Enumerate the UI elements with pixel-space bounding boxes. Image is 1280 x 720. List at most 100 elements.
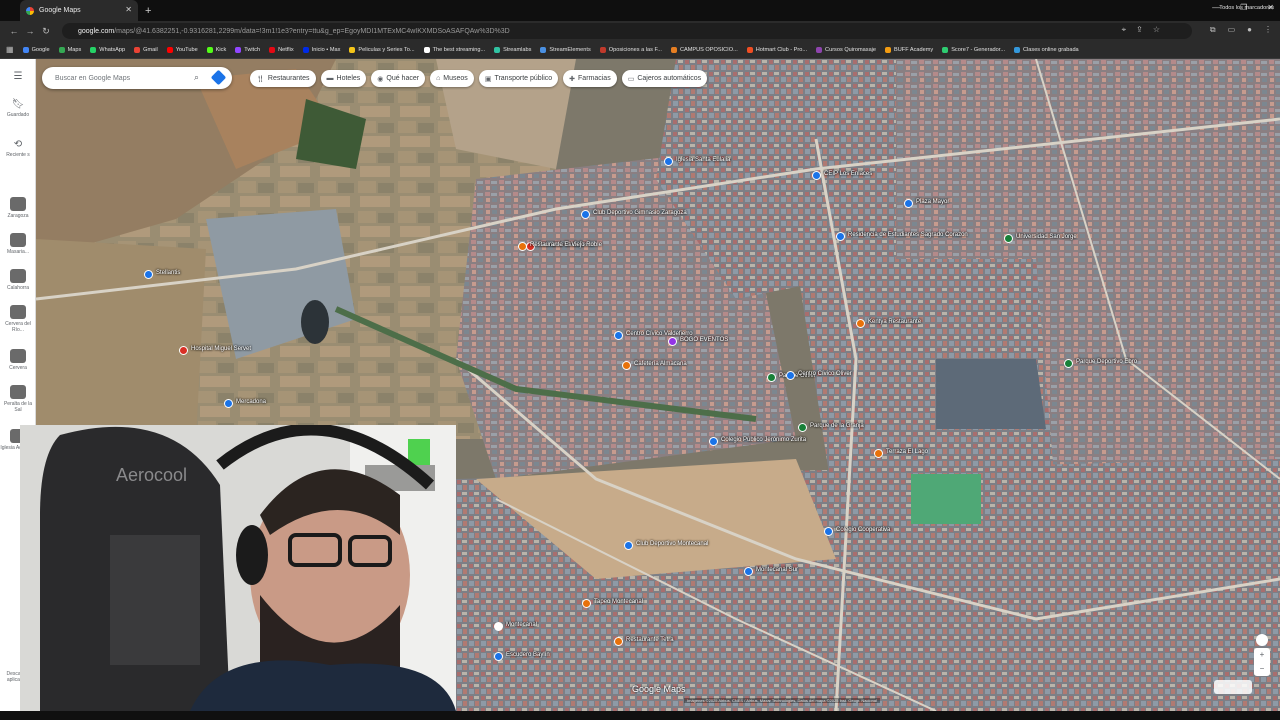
menu-button[interactable]: ☰ [0,71,36,84]
place-pin-icon[interactable] [518,242,527,251]
search-input[interactable]: Buscar en Google Maps ⌕ [42,67,232,89]
recent-place-item[interactable]: Cervera [0,349,36,371]
place-label[interactable]: Colegio Cooperativa [836,527,890,533]
place-label[interactable]: Montecanal [506,622,537,628]
place-label[interactable]: Cafetería Almacana [634,361,687,367]
bookmark-item[interactable]: Twitch [235,46,260,53]
recent-place-item[interactable]: Cervera del Río... [0,305,36,333]
recent-place-item[interactable]: Zaragoza [0,197,36,219]
place-pin-icon[interactable] [798,423,807,432]
place-label[interactable]: Universidad San Jorge [1016,234,1077,240]
place-pin-icon[interactable] [786,371,795,380]
forward-icon[interactable]: → [22,26,38,36]
directions-icon[interactable] [210,69,227,86]
recent-place-item[interactable]: Masaria... [0,233,36,255]
close-tab-icon[interactable]: ✕ [125,5,132,14]
bookmark-item[interactable]: Gmail [134,46,158,53]
place-label[interactable]: Escudero Baylín [506,652,550,658]
place-pin-icon[interactable] [744,567,753,576]
place-pin-icon[interactable] [668,337,677,346]
all-bookmarks-button[interactable]: Todos los marcadores [1219,5,1274,11]
chip-restaurant[interactable]: 🍴︎ Restaurantes [250,70,316,87]
place-label[interactable]: Parque de la Granja [810,423,864,429]
place-pin-icon[interactable] [144,270,153,279]
place-pin-icon[interactable] [581,210,590,219]
place-label[interactable]: BOGO EVENTOS [680,337,728,343]
bookmark-item[interactable]: Netflix [269,46,294,53]
recent-place-item[interactable]: Peralta de la Sal [0,385,36,413]
place-label[interactable]: Plaza Mayor [916,199,949,205]
browser-tab-google-maps[interactable]: Google Maps ✕ [20,0,138,21]
apps-icon[interactable]: ▦ [6,45,14,54]
reload-icon[interactable]: ↻ [38,26,54,37]
place-pin-icon[interactable] [767,373,776,382]
place-label[interactable]: Club Deportivo Montecanal [636,541,708,547]
bookmark-item[interactable]: BUFF Academy [885,46,933,53]
profile-avatar-icon[interactable]: ● [1247,25,1252,35]
bookmark-item[interactable]: The best streaming... [423,46,485,53]
place-label[interactable]: Restaurante El Viejo Roble [530,242,602,248]
place-pin-icon[interactable] [494,652,503,661]
place-label[interactable]: Montecanal Sur [756,567,798,573]
my-location-button[interactable] [1256,634,1268,646]
url-input[interactable]: google.com/maps/@41.6382251,-0.9316281,2… [62,23,1192,39]
chip-pharmacy[interactable]: ✚ Farmacias [563,70,617,87]
bookmark-item[interactable]: Score7 - Generador... [942,46,1005,53]
layers-toggle[interactable] [1214,680,1252,694]
place-label[interactable]: Restaurante Tetra [626,637,674,643]
place-label[interactable]: Stellantis [156,270,180,276]
recents-button[interactable]: ⟲ Reciente s [0,139,36,158]
place-pin-icon[interactable] [709,437,718,446]
bookmark-item[interactable]: Streamlabs [494,46,531,53]
place-pin-icon[interactable] [614,331,623,340]
place-pin-icon[interactable] [856,319,865,328]
bookmark-item[interactable]: Maps [58,46,81,53]
place-pin-icon[interactable] [874,449,883,458]
place-label[interactable]: Club Deportivo Gimnasio Zaragoza [593,210,687,216]
place-pin-icon[interactable] [582,599,591,608]
place-label[interactable]: Terraza El Lago [886,449,928,455]
share-icon[interactable]: ⇪ [1136,25,1143,35]
place-label[interactable]: CEIP Los Enlaces [824,171,872,177]
chip-camera[interactable]: ◉ Qué hacer [371,70,426,87]
chip-hotel[interactable]: ▬ Hoteles [320,70,367,87]
bookmark-item[interactable]: WhatsApp [90,46,125,53]
recent-place-item[interactable]: Calahorra [0,269,36,291]
place-pin-icon[interactable] [812,171,821,180]
place-pin-icon[interactable] [224,399,233,408]
location-icon[interactable]: ⌖ [1122,25,1127,35]
cast-icon[interactable]: ▭ [1228,25,1236,35]
bookmark-item[interactable]: Peliculas y Series To... [349,46,415,53]
new-tab-button[interactable]: + [145,5,151,17]
chip-transit[interactable]: ▣ Transporte público [478,70,559,87]
place-label[interactable]: Kentya Restaurante [868,319,921,325]
place-label[interactable]: Hospital Miguel Servet [191,346,251,352]
extensions-icon[interactable]: ⧉ [1210,25,1216,35]
bookmark-item[interactable]: YouTube [166,46,198,53]
place-pin-icon[interactable] [664,157,673,166]
place-label[interactable]: Parque Deportivo Ebro [1076,359,1137,365]
search-icon[interactable]: ⌕ [194,72,199,83]
place-pin-icon[interactable] [836,232,845,241]
chip-atm[interactable]: ▭ Cajeros automáticos [621,70,708,87]
place-label[interactable]: Tapeo Montecanal [594,599,643,605]
bookmark-item[interactable]: StreamElements [540,46,591,53]
place-pin-icon[interactable] [1004,234,1013,243]
zoom-in-button[interactable]: + [1254,648,1270,662]
star-icon[interactable]: ☆ [1153,25,1160,35]
place-pin-icon[interactable] [624,541,633,550]
chip-museum[interactable]: ⌂ Museos [430,70,474,87]
bookmark-item[interactable]: Google [22,46,50,53]
bookmark-item[interactable]: Inicio • Max [302,46,340,53]
back-icon[interactable]: ← [6,26,22,36]
place-label[interactable]: Iglesia Santa Eulalia [676,157,730,163]
bookmark-item[interactable]: Kick [206,46,226,53]
zoom-out-button[interactable]: − [1254,662,1270,676]
place-pin-icon[interactable] [1064,359,1073,368]
bookmark-item[interactable]: Clases online grabada [1014,46,1079,53]
place-pin-icon[interactable] [614,637,623,646]
place-pin-icon[interactable] [824,527,833,536]
place-label[interactable]: Mercadona [236,399,266,405]
place-label[interactable]: Residencia de Estudiantes Sagrado Corazó… [848,232,968,238]
bookmark-item[interactable]: CAMPUS OPOSICIO... [670,46,738,53]
